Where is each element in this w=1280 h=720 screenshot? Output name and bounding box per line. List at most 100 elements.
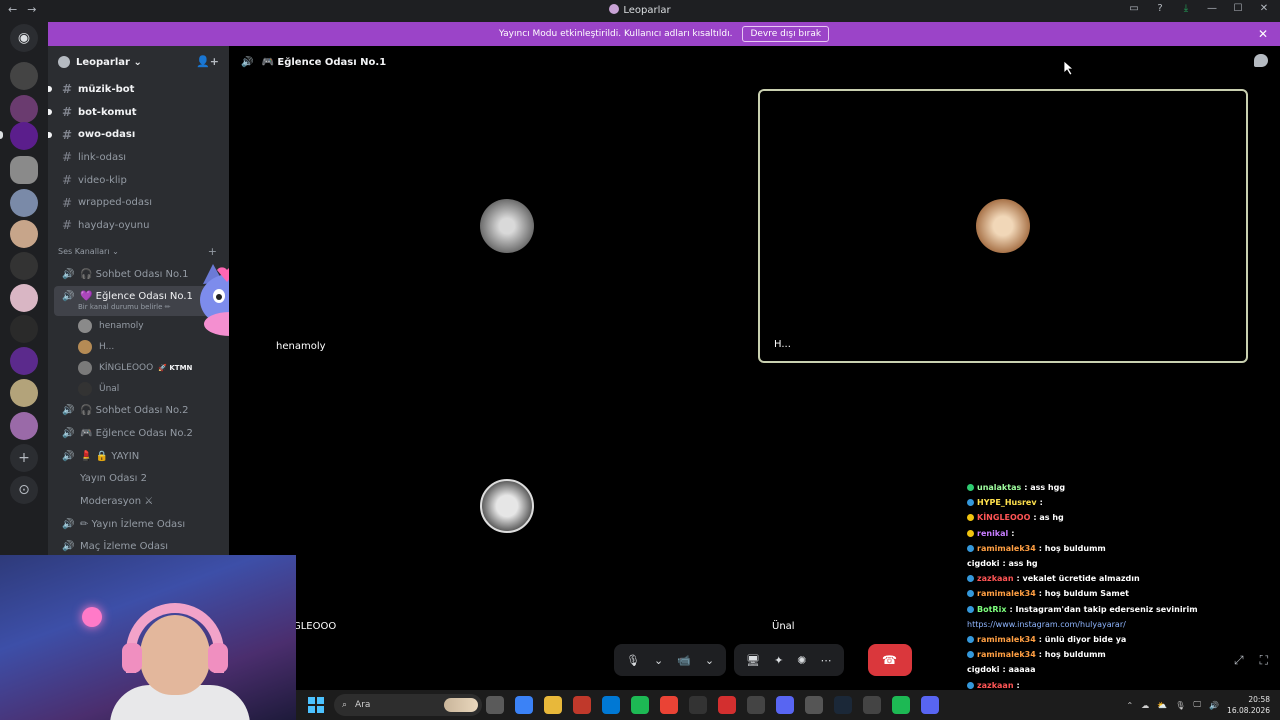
text-channel[interactable]: # hayday-oyunu [48,214,229,237]
voice-user[interactable]: KİNGLEOOO 🚀 KTMN [48,358,229,379]
taskbar-app-icon[interactable] [776,696,794,714]
chevron-down-icon[interactable]: ⌄ [654,654,663,667]
voice-channel[interactable]: 🔊 🎧 Sohbet Odası No.2 [48,400,229,423]
voice-channel[interactable]: 🔊 🎮 Eğlence Odası No.2 [48,422,229,445]
server-icon[interactable] [10,122,38,150]
server-icon-active[interactable] [10,156,38,184]
voice-channel[interactable]: Moderasyon ⚔ [48,490,229,513]
server-icon[interactable] [10,95,38,123]
chat-link[interactable]: https://www.instagram.com/hulyayarar/ [967,620,1126,629]
text-channel[interactable]: # bot-komut [48,101,229,124]
screen-share-icon[interactable]: 🖥 [746,654,760,667]
camera-off-icon[interactable]: 📹 [677,654,691,667]
disable-streamer-mode-button[interactable]: Devre dışı bırak [742,26,830,42]
headphone-ear [122,643,142,673]
taskbar-app-icon[interactable] [718,696,736,714]
participant-name: henamoly [270,338,332,355]
taskbar-app-icon[interactable] [805,696,823,714]
chat-message: zazkaan: vekalet ücretide almazdın [967,571,1217,586]
taskbar-app-icon[interactable] [573,696,591,714]
minimize-icon[interactable]: — [1206,3,1218,14]
taskbar-app-icon[interactable] [892,696,910,714]
add-server-icon[interactable]: + [10,444,38,472]
category-label: Ses Kanalları ⌄ [58,247,119,257]
taskbar-app-icon[interactable] [486,696,504,714]
taskbar-app-icon[interactable] [602,696,620,714]
server-icon[interactable] [10,220,38,248]
taskbar-search[interactable]: ⌕ Ara [334,694,482,716]
chat-message: HYPE_Husrev: [967,495,1217,510]
chat-icon[interactable] [1254,54,1268,67]
discover-icon[interactable]: ⊙ [10,476,38,504]
mouse-cursor-icon [1064,61,1074,75]
download-icon[interactable]: ⤓ [1180,3,1192,14]
voice-channel[interactable]: Yayın Odası 2 [48,468,229,491]
voice-user[interactable]: Ünal [48,379,229,400]
close-window-icon[interactable]: ✕ [1258,3,1270,14]
voice-channel[interactable]: 🔊 Maç İzleme Odası [48,536,229,556]
server-icon[interactable] [10,252,38,280]
onedrive-icon[interactable]: ☁ [1141,701,1149,710]
taskbar-app-icon[interactable] [660,696,678,714]
tray-chevron-icon[interactable]: ⌃ [1127,701,1134,710]
taskbar-app-icon[interactable] [834,696,852,714]
channel-status[interactable]: Bir kanal durumu belirle ✏ [78,303,171,311]
server-name: Leoparlar [76,56,130,68]
speaker-icon: 🔊 [62,541,75,553]
channel-name: 🎧 Sohbet Odası No.1 [80,268,189,280]
server-icon[interactable] [10,315,38,343]
server-header[interactable]: Leoparlar ⌄ 👤+ [48,46,229,78]
activities-icon[interactable]: ✦ [774,654,783,667]
network-icon[interactable]: 🖵 [1193,700,1201,710]
text-channel[interactable]: # video-klip [48,169,229,192]
taskbar-app-icon[interactable] [689,696,707,714]
taskbar-app-icon[interactable] [863,696,881,714]
soundboard-icon[interactable]: ✺ [797,654,806,667]
taskbar-app-icon[interactable] [544,696,562,714]
invite-icon[interactable]: 👤+ [196,55,219,68]
server-icon[interactable] [10,189,38,217]
windows-start-icon[interactable] [308,697,324,713]
chat-username: zazkaan [977,680,1014,690]
weather-icon[interactable]: ⛅ [1157,701,1167,710]
text-channel[interactable]: # wrapped-odası [48,191,229,214]
chat-message: ramimalek34: hoş buldumm [967,541,1217,556]
help-icon[interactable]: ? [1154,3,1166,14]
server-icon[interactable] [10,379,38,407]
chat-message: cigdoki: ass hg [967,556,1217,571]
server-icon[interactable] [10,62,38,90]
maximize-icon[interactable]: ☐ [1232,3,1244,14]
taskbar-app-icon[interactable] [747,696,765,714]
text-channel[interactable]: # link-odası [48,146,229,169]
voice-category[interactable]: Ses Kanalları ⌄ + [48,241,229,263]
more-icon[interactable]: ⋯ [821,654,832,667]
popout-icon[interactable]: ⤢ [1234,653,1244,668]
voice-user[interactable]: H... [48,337,229,358]
add-channel-icon[interactable]: + [208,245,217,258]
taskbar-app-icon[interactable] [515,696,533,714]
volume-icon[interactable]: 🔊 [1209,701,1219,710]
server-icon[interactable] [10,284,38,312]
taskbar-app-icon[interactable] [631,696,649,714]
text-channel[interactable]: # owo-odası [48,123,229,146]
clock[interactable]: 20:58 16.08.2026 [1227,694,1270,716]
text-channel[interactable]: # müzik-bot [48,78,229,101]
disconnect-button[interactable]: ☎ [867,644,912,676]
taskbar-app-icon[interactable] [921,696,939,714]
server-icon[interactable] [10,412,38,440]
fullscreen-icon[interactable]: ⛶ [1260,653,1268,668]
microphone-icon[interactable]: 🎙 [626,654,640,667]
inbox-icon[interactable]: ▭ [1128,3,1140,14]
participant-tile[interactable]: KİNGLEOOO [262,369,752,643]
voice-channel[interactable]: 🔊 ✏ Yayın İzleme Odası [48,513,229,536]
discord-home-icon[interactable]: ◉ [10,24,38,52]
participant-tile-speaking[interactable]: H... [758,89,1248,363]
microphone-tray-icon[interactable]: 🎙 [1175,701,1185,710]
server-icon[interactable] [10,347,38,375]
channel-name: hayday-oyunu [78,219,150,231]
participant-tile[interactable]: henamoly [262,89,752,363]
chat-message: https://www.instagram.com/hulyayarar/ [967,617,1217,632]
voice-channel[interactable]: 🔊 💄 🔒 YAYIN [48,445,229,468]
chevron-down-icon[interactable]: ⌄ [705,654,714,667]
close-icon[interactable]: ✕ [1258,27,1268,41]
